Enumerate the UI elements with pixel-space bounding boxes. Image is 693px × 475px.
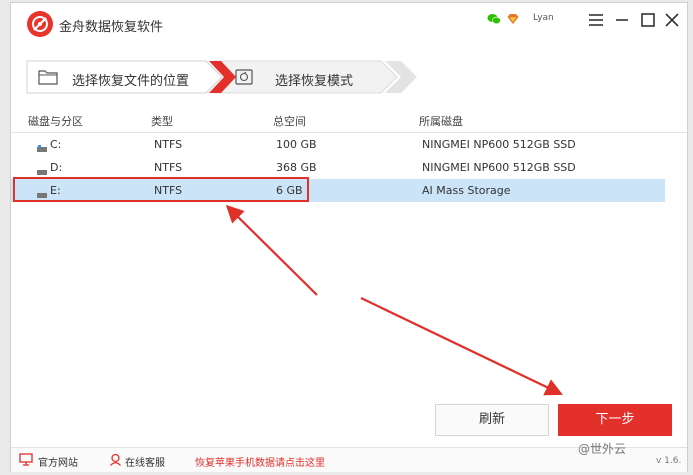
headset-icon (109, 453, 122, 469)
iphone-recovery-link[interactable]: 恢复苹果手机数据请点击这里 (195, 454, 325, 469)
next-step-button[interactable]: 下一步 (558, 404, 672, 436)
watermark: @世外云 (578, 442, 627, 456)
refresh-button[interactable]: 刷新 (435, 404, 549, 436)
version-label: v 1.6. (656, 456, 682, 466)
official-website-link[interactable]: 官方网站 (38, 454, 78, 469)
app-window: 金舟数据恢复软件 Lyan 选择恢复文件的位置 选择恢复模式 磁盘与分区 类型 … (10, 2, 689, 472)
online-support-link[interactable]: 在线客服 (125, 454, 165, 469)
annotation-arrows (225, 204, 563, 396)
monitor-icon (19, 453, 33, 469)
